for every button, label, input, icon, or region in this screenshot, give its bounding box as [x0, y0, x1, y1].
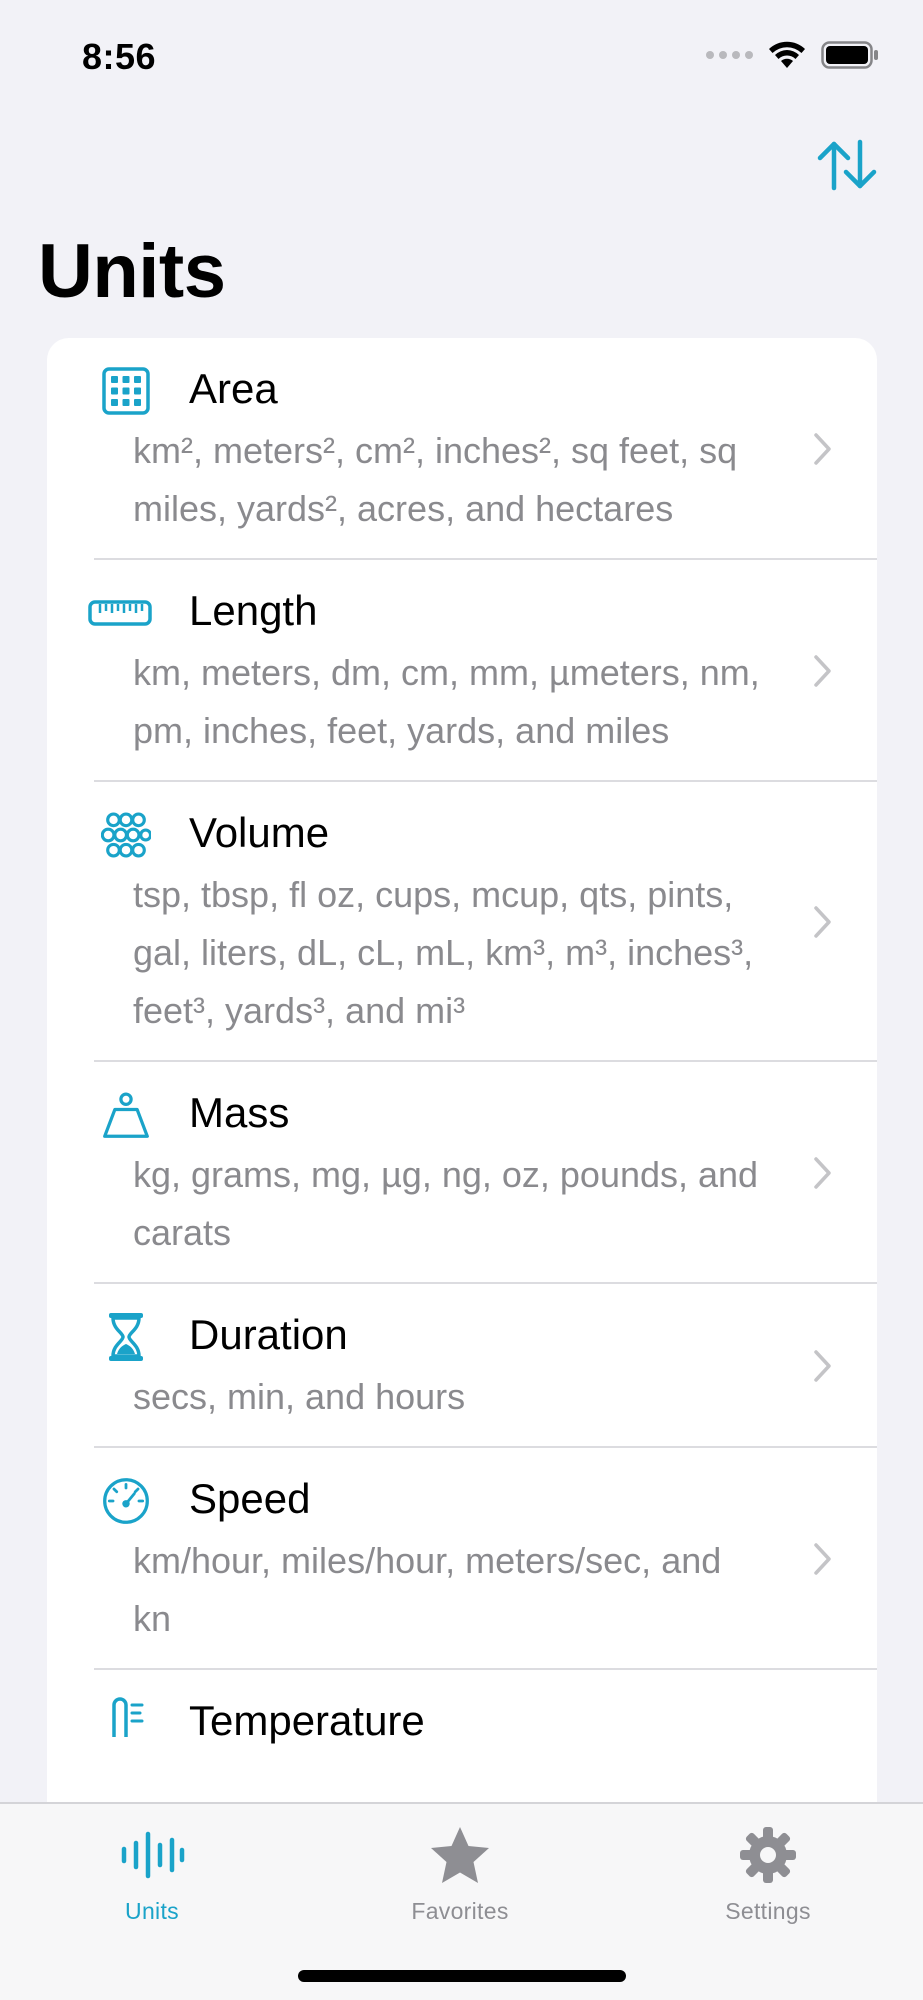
list-item-units: kg, grams, mg, µg, ng, oz, pounds, and c…: [133, 1154, 759, 1253]
list-item-title: Length: [189, 587, 318, 634]
sort-arrows-icon: [817, 139, 877, 191]
list-item-volume[interactable]: Volume tsp, tbsp, fl oz, cups, mcup, qts…: [47, 782, 877, 1062]
list-item-title: Duration: [189, 1311, 348, 1358]
tab-favorites[interactable]: Favorites: [360, 1822, 560, 1925]
list-item-title: Speed: [189, 1475, 311, 1522]
scale-weight-icon: [101, 1090, 151, 1140]
tab-label: Favorites: [411, 1898, 509, 1924]
unit-category-list: Area km², meters², cm², inches², sq feet…: [47, 338, 877, 1818]
wifi-icon: [769, 41, 805, 68]
list-item-area[interactable]: Area km², meters², cm², inches², sq feet…: [47, 338, 877, 560]
list-item-length[interactable]: Length km, meters, dm, cm, mm, µmeters, …: [47, 560, 877, 782]
battery-icon: [821, 41, 878, 69]
list-item-title: Area: [189, 365, 278, 412]
speedometer-icon: [101, 1476, 151, 1526]
page-title: Units: [38, 229, 226, 314]
tab-label: Settings: [725, 1898, 811, 1924]
tab-units[interactable]: Units: [52, 1822, 252, 1925]
list-item-units: km/hour, miles/hour, meters/sec, and kn: [133, 1540, 722, 1639]
list-item-units: tsp, tbsp, fl oz, cups, mcup, qts, pints…: [133, 874, 754, 1031]
list-item-speed[interactable]: Speed km/hour, miles/hour, meters/sec, a…: [47, 1448, 877, 1670]
screen: 8:56 Units Area km², meters², cm², inche…: [0, 0, 923, 2000]
list-item-title: Temperature: [189, 1697, 425, 1744]
circles-icon: [101, 810, 151, 860]
hourglass-icon: [101, 1312, 151, 1362]
tab-bar: Units Favorites Settings: [0, 1802, 923, 2000]
status-icons: [706, 40, 879, 70]
chevron-right-icon: [814, 1543, 831, 1575]
tab-settings[interactable]: Settings: [668, 1822, 868, 1925]
chevron-right-icon: [814, 1157, 831, 1189]
sort-button[interactable]: [811, 132, 883, 198]
cellular-signal-icon: [706, 51, 753, 59]
list-item-mass[interactable]: Mass kg, grams, mg, µg, ng, oz, pounds, …: [47, 1062, 877, 1284]
status-time: 8:56: [82, 36, 157, 77]
tab-label: Units: [125, 1898, 179, 1924]
grid-icon: [101, 366, 151, 416]
list-item-units: secs, min, and hours: [133, 1376, 466, 1417]
list-item-title: Volume: [189, 809, 330, 856]
home-indicator: [298, 1970, 626, 1982]
thermometer-icon: [101, 1697, 151, 1748]
star-icon: [425, 1822, 495, 1888]
list-item-units: km, meters, dm, cm, mm, µmeters, nm, pm,…: [133, 652, 760, 751]
chevron-right-icon: [814, 1350, 831, 1382]
list-item-temperature[interactable]: Temperature: [47, 1670, 877, 1770]
chevron-right-icon: [814, 655, 831, 687]
list-item-duration[interactable]: Duration secs, min, and hours: [47, 1284, 877, 1448]
list-item-title: Mass: [189, 1089, 290, 1136]
chevron-right-icon: [814, 433, 831, 465]
waveform-icon: [117, 1822, 187, 1888]
chevron-right-icon: [814, 906, 831, 938]
status-bar: 8:56: [0, 0, 923, 120]
ruler-icon: [87, 588, 153, 638]
gear-icon: [733, 1822, 803, 1888]
list-item-units: km², meters², cm², inches², sq feet, sq …: [133, 430, 738, 529]
